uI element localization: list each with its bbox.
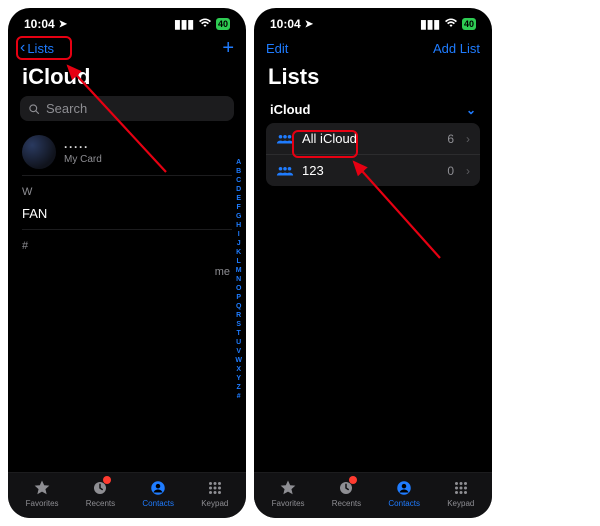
back-label: Lists <box>27 41 54 56</box>
index-letter[interactable]: P <box>235 293 242 302</box>
person-icon <box>395 479 413 497</box>
index-letter[interactable]: L <box>235 257 242 266</box>
index-letter[interactable]: A <box>235 158 242 167</box>
index-letter[interactable]: N <box>235 275 242 284</box>
list-row-123[interactable]: 123 0 › <box>266 154 480 186</box>
status-bar: 10:04 ➤ ▮▮▮ 40 <box>254 8 492 34</box>
battery-icon: 40 <box>216 18 230 30</box>
my-card-name: ····· <box>64 140 102 154</box>
people-icon <box>276 133 294 145</box>
list-name: All iCloud <box>302 131 357 146</box>
battery-icon: 40 <box>462 18 476 30</box>
signal-icon: ▮▮▮ <box>174 17 194 31</box>
avatar <box>22 135 56 169</box>
keypad-icon <box>206 479 224 497</box>
signal-icon: ▮▮▮ <box>420 17 440 31</box>
wifi-icon <box>444 17 458 31</box>
index-letter[interactable]: B <box>235 167 242 176</box>
phone-contacts: 10:04 ➤ ▮▮▮ 40 ‹ Lists + iCloud Se <box>8 8 246 518</box>
clock: 10:04 <box>270 17 301 31</box>
contact-row[interactable]: FAN <box>8 202 246 229</box>
tab-favorites[interactable]: Favorites <box>272 479 305 508</box>
index-letter[interactable]: E <box>235 194 242 203</box>
add-list-button[interactable]: Add List <box>433 41 480 56</box>
badge-icon <box>349 476 357 484</box>
index-letter[interactable]: T <box>235 329 242 338</box>
index-letter[interactable]: K <box>235 248 242 257</box>
index-letter[interactable]: J <box>235 239 242 248</box>
list-row-all-icloud[interactable]: All iCloud 6 › <box>266 123 480 154</box>
index-letter[interactable]: Z <box>235 383 242 392</box>
keypad-icon <box>452 479 470 497</box>
page-title: iCloud <box>8 62 246 96</box>
tab-contacts[interactable]: Contacts <box>142 479 174 508</box>
plus-icon: + <box>222 37 234 60</box>
index-letter[interactable]: W <box>235 356 242 365</box>
alpha-index[interactable]: ABCDEFGHIJKLMNOPQRSTUVWXYZ# <box>235 158 242 401</box>
account-header[interactable]: iCloud ⌄ <box>254 96 492 123</box>
back-button[interactable]: ‹ Lists <box>20 40 54 56</box>
index-letter[interactable]: C <box>235 176 242 185</box>
index-letter[interactable]: F <box>235 203 242 212</box>
index-letter[interactable]: H <box>235 221 242 230</box>
list-count: 6 <box>447 132 454 146</box>
tab-keypad[interactable]: Keypad <box>201 479 228 508</box>
index-letter[interactable]: D <box>235 185 242 194</box>
index-letter[interactable]: I <box>235 230 242 239</box>
edit-button[interactable]: Edit <box>266 41 288 56</box>
tab-recents[interactable]: Recents <box>332 479 361 508</box>
my-card-row[interactable]: ····· My Card <box>8 129 246 175</box>
status-bar: 10:04 ➤ ▮▮▮ 40 <box>8 8 246 34</box>
index-letter[interactable]: M <box>235 266 242 275</box>
chevron-right-icon: › <box>466 132 470 146</box>
index-letter[interactable]: # <box>235 392 242 401</box>
index-letter[interactable]: U <box>235 338 242 347</box>
person-icon <box>149 479 167 497</box>
my-card-sub: My Card <box>64 154 102 165</box>
add-contact-button[interactable]: + <box>222 37 234 60</box>
chevron-left-icon: ‹ <box>20 40 25 56</box>
nav-bar: ‹ Lists + <box>8 34 246 62</box>
clock: 10:04 <box>24 17 55 31</box>
location-icon: ➤ <box>305 19 313 30</box>
wifi-icon <box>198 17 212 31</box>
tab-bar: Favorites Recents Contacts Keypad <box>254 472 492 518</box>
index-letter[interactable]: S <box>235 320 242 329</box>
section-header-w: W <box>8 176 246 202</box>
index-letter[interactable]: X <box>235 365 242 374</box>
star-icon <box>33 479 51 497</box>
location-icon: ➤ <box>59 19 67 30</box>
me-indicator: me <box>215 266 230 278</box>
search-icon <box>28 103 40 115</box>
account-name: iCloud <box>270 102 310 117</box>
search-input[interactable]: Search <box>20 96 234 121</box>
list-group: All iCloud 6 › 123 0 › <box>266 123 480 186</box>
people-icon <box>276 165 294 177</box>
index-letter[interactable]: O <box>235 284 242 293</box>
index-letter[interactable]: Y <box>235 374 242 383</box>
index-letter[interactable]: G <box>235 212 242 221</box>
chevron-right-icon: › <box>466 164 470 178</box>
chevron-down-icon: ⌄ <box>466 103 476 117</box>
list-name: 123 <box>302 163 324 178</box>
list-count: 0 <box>447 164 454 178</box>
tab-recents[interactable]: Recents <box>86 479 115 508</box>
tab-bar: Favorites Recents Contacts Keypad <box>8 472 246 518</box>
section-header-hash: # <box>8 230 246 256</box>
phone-lists: 10:04 ➤ ▮▮▮ 40 Edit Add List Lists iClou… <box>254 8 492 518</box>
tab-keypad[interactable]: Keypad <box>447 479 474 508</box>
nav-bar: Edit Add List <box>254 34 492 62</box>
badge-icon <box>103 476 111 484</box>
tab-contacts[interactable]: Contacts <box>388 479 420 508</box>
index-letter[interactable]: V <box>235 347 242 356</box>
search-placeholder: Search <box>46 101 87 116</box>
star-icon <box>279 479 297 497</box>
index-letter[interactable]: R <box>235 311 242 320</box>
tab-favorites[interactable]: Favorites <box>26 479 59 508</box>
index-letter[interactable]: Q <box>235 302 242 311</box>
page-title: Lists <box>254 62 492 96</box>
